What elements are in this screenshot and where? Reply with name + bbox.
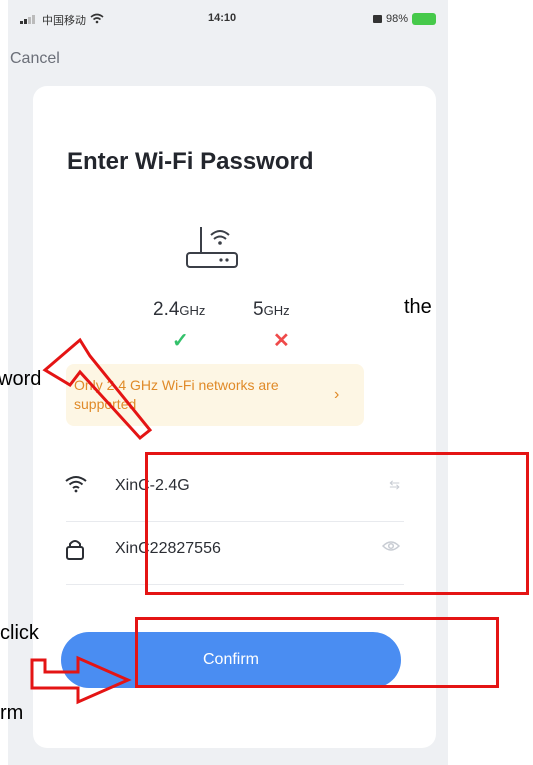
- router-icon: [183, 221, 243, 276]
- band-2-4ghz: 2.4GHz: [153, 299, 205, 321]
- lock-rotation-icon: [372, 12, 382, 26]
- band-5-unit: GHz: [263, 303, 290, 318]
- highlight-box-credentials: [145, 452, 529, 595]
- highlight-box-confirm: [135, 617, 499, 688]
- band-2-4-value: 2.4: [153, 299, 180, 320]
- status-bar: 中国移动 14:10 98%: [8, 0, 448, 34]
- cancel-button[interactable]: Cancel: [10, 50, 60, 68]
- band-5-value: 5: [253, 299, 264, 320]
- check-icon: ✓: [172, 330, 189, 352]
- wifi-icon: [65, 475, 87, 498]
- status-time: 14:10: [208, 12, 237, 24]
- battery-icon: [412, 13, 436, 25]
- battery-percent: 98%: [385, 13, 408, 25]
- annotation-text-click: click: [0, 622, 39, 644]
- annotation-text-rm: rm: [0, 702, 24, 724]
- carrier-label: 中国移动: [42, 15, 86, 27]
- band-2-4-unit: GHz: [179, 303, 206, 318]
- status-left: 中国移动: [20, 12, 104, 28]
- page-title: Enter Wi-Fi Password: [67, 148, 314, 175]
- annotation-text-word: word: [0, 368, 42, 390]
- close-icon: ✕: [273, 330, 290, 352]
- lock-icon: [65, 538, 85, 565]
- annotation-text-the: the: [404, 296, 432, 318]
- band-notice[interactable]: Only 2.4 GHz Wi-Fi networks are supporte…: [66, 364, 364, 426]
- notice-text: Only 2.4 GHz Wi-Fi networks are supporte…: [74, 377, 279, 412]
- chevron-right-icon: ›: [334, 386, 340, 403]
- band-5ghz: 5GHz: [253, 299, 290, 321]
- wifi-status-icon: [90, 13, 104, 27]
- signal-icon: [20, 14, 38, 27]
- status-right: 98%: [372, 12, 436, 26]
